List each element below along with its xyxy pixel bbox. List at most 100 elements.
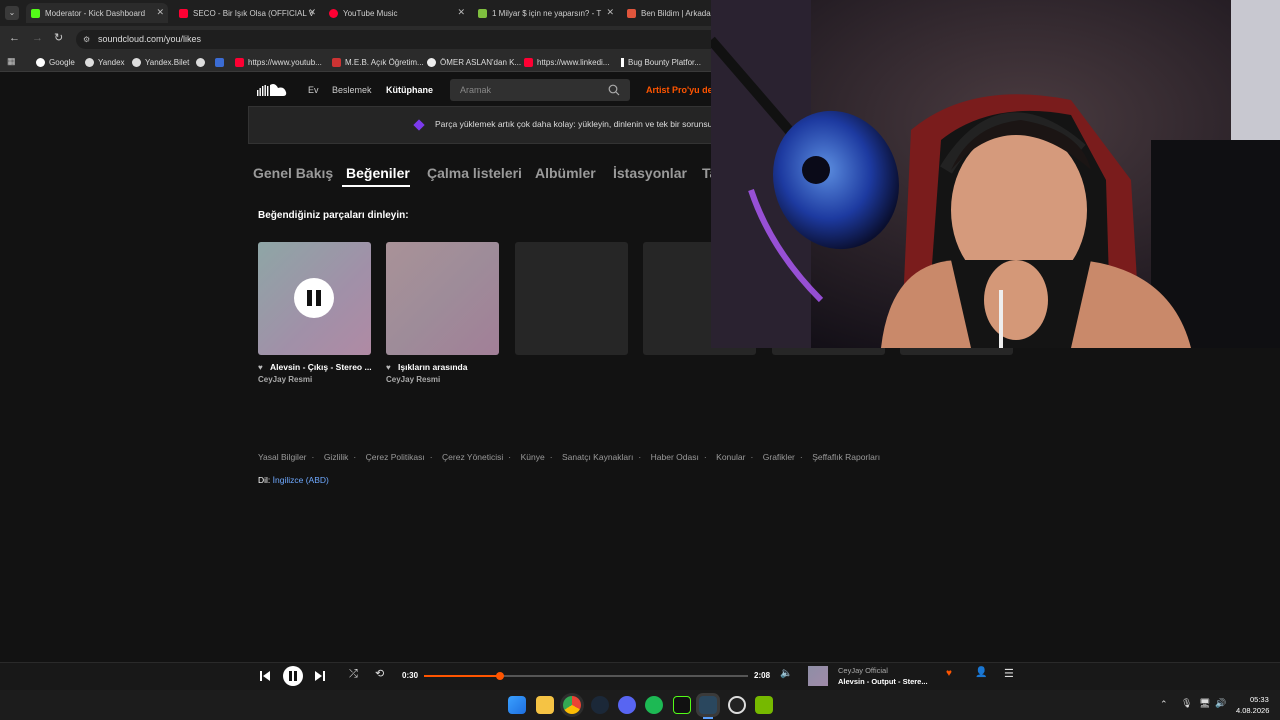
now-playing-artist[interactable]: CeyJay Official [838, 666, 888, 675]
artist-pro-link[interactable]: Artist Pro'yu den [646, 85, 718, 95]
tab-seco[interactable]: SECO - Bir Işık Olsa (OFFICIAL V ✕ [174, 3, 320, 23]
site-icon [478, 8, 487, 18]
footer-link[interactable]: Şeffaflık Raporları [812, 452, 880, 462]
footer-link[interactable]: Çerez Yöneticisi [442, 452, 503, 462]
kick-icon[interactable] [673, 696, 691, 714]
tray-overflow-icon[interactable]: ⌃ [1160, 699, 1168, 710]
active-tab-underline [342, 185, 410, 187]
tab-kick-dashboard[interactable]: Moderator - Kick Dashboard ✕ [26, 3, 168, 23]
bookmark-globe[interactable] [196, 56, 209, 69]
now-playing-title[interactable]: Alevsin - Output - Stere... [838, 677, 928, 686]
kick-icon [31, 8, 40, 18]
discord-icon[interactable] [618, 696, 636, 714]
clock-time[interactable]: 05:33 [1250, 695, 1269, 704]
tab-albums[interactable]: Albümler [535, 165, 596, 181]
taskbar: ⌃ 🎙 🖥 🔊 05:33 4.08.2026 [0, 690, 1280, 720]
steam-icon[interactable] [699, 696, 717, 714]
shield-icon [215, 58, 224, 67]
bookmark-google[interactable]: Google [36, 56, 75, 69]
footer-link[interactable]: Sanatçı Kaynakları [562, 452, 633, 462]
nav-feed[interactable]: Beslemek [332, 85, 372, 95]
bookmark-omer-aslan[interactable]: ÖMER ASLAN'dan K... [427, 56, 521, 69]
bookmark-youtube[interactable]: https://www.youtub... [235, 56, 322, 69]
spotify-icon[interactable] [645, 696, 663, 714]
footer-link[interactable]: Haber Odası [651, 452, 699, 462]
volume-icon[interactable]: 🔈 [780, 668, 792, 679]
section-title: Beğendiğiniz parçaları dinleyin: [258, 210, 409, 221]
youtube-music-icon [329, 8, 338, 18]
previous-icon[interactable] [259, 670, 271, 682]
language-link[interactable]: İngilizce (ABD) [273, 475, 329, 485]
chrome-icon[interactable] [563, 696, 581, 714]
youtube-icon [235, 58, 244, 67]
steam-small-icon[interactable] [591, 696, 609, 714]
file-explorer-icon[interactable] [536, 696, 554, 714]
back-icon[interactable]: ← [9, 32, 20, 44]
pause-icon [289, 671, 292, 681]
windows-start-icon[interactable] [508, 696, 526, 714]
shuffle-icon[interactable]: ⤮ [349, 668, 358, 681]
bookmark-bug-bounty[interactable]: Bug Bounty Platfor... [621, 56, 701, 69]
track-artist[interactable]: CeyJay Resmi [386, 375, 440, 384]
track-artist[interactable]: CeyJay Resmi [258, 375, 312, 384]
bookmark-linkedin[interactable]: https://www.linkedi... [524, 56, 609, 69]
footer-link[interactable]: Künye [521, 452, 545, 462]
address-bar[interactable]: ⚙ soundcloud.com/you/likes [76, 30, 776, 49]
obs-icon[interactable] [728, 696, 746, 714]
globe-icon [132, 58, 141, 67]
search-input[interactable]: Aramak [450, 79, 630, 101]
track-title[interactable]: Alevsin - Çıkış - Stereo ... [270, 362, 372, 372]
pause-button[interactable] [294, 278, 334, 318]
progress-bar[interactable] [424, 672, 748, 680]
bookmark-yandex-bilet[interactable]: Yandex.Bilet [132, 56, 189, 69]
next-icon[interactable] [314, 670, 326, 682]
youtube-icon [524, 58, 533, 67]
footer-link[interactable]: Grafikler [763, 452, 795, 462]
repeat-icon[interactable]: ⟲ [375, 667, 384, 680]
nav-library[interactable]: Kütüphane [386, 85, 433, 95]
tab-youtube-music[interactable]: YouTube Music ✕ [324, 3, 469, 23]
tab-overview[interactable]: Genel Bakış [253, 165, 333, 181]
site-info-icon[interactable]: ⚙ [83, 30, 90, 49]
bookmark-yandex[interactable]: Yandex [85, 56, 125, 69]
footer-link[interactable]: Gizlilik [324, 452, 349, 462]
progress-handle[interactable] [495, 672, 504, 680]
tab-search-button[interactable]: ⌄ [5, 6, 19, 20]
bookmark-shield[interactable] [215, 56, 228, 69]
nvidia-icon[interactable] [755, 696, 773, 714]
play-pause-button[interactable] [283, 666, 303, 686]
tab-1-milyar[interactable]: 1 Milyar $ için ne yaparsın? - T ✕ [473, 3, 618, 23]
tab-stations[interactable]: İstasyonlar [613, 165, 687, 181]
reload-icon[interactable]: ↻ [54, 31, 63, 44]
now-playing-artwork[interactable] [808, 666, 828, 686]
heart-icon: ♥ [386, 363, 391, 372]
close-icon[interactable]: ✕ [606, 7, 614, 18]
network-icon[interactable]: 🖥 [1199, 698, 1210, 709]
clock-date[interactable]: 4.08.2026 [1236, 706, 1269, 715]
close-icon[interactable]: ✕ [308, 7, 316, 18]
footer-link[interactable]: Yasal Bilgiler [258, 452, 307, 462]
queue-icon[interactable]: ☰ [1004, 667, 1014, 680]
tab-ben-bildim[interactable]: Ben Bildim | Arkadaşl [622, 3, 711, 23]
tab-playlists[interactable]: Çalma listeleri [427, 165, 522, 181]
soundcloud-logo-icon[interactable] [257, 83, 289, 97]
forward-icon[interactable]: → [32, 32, 43, 44]
footer-link[interactable]: Çerez Politikası [366, 452, 425, 462]
microphone-icon[interactable]: 🎙 [1181, 698, 1192, 709]
track-title[interactable]: Işıkların arasında [398, 362, 467, 372]
tab-likes[interactable]: Beğeniler [346, 165, 410, 181]
search-icon[interactable] [608, 84, 620, 96]
tab-tracks[interactable]: Ta [702, 165, 711, 181]
apps-icon[interactable]: ▦ [7, 56, 16, 67]
volume-tray-icon[interactable]: 🔊 [1215, 698, 1226, 709]
pause-icon [294, 671, 297, 681]
follow-user-icon[interactable]: 👤 [975, 667, 987, 678]
track-artwork[interactable] [258, 242, 371, 355]
bookmark-meb[interactable]: M.E.B. Açık Öğretim... [332, 56, 424, 69]
track-artwork[interactable] [386, 242, 499, 355]
nav-home[interactable]: Ev [308, 85, 319, 95]
footer-link[interactable]: Konular [716, 452, 745, 462]
close-icon[interactable]: ✕ [457, 7, 465, 18]
close-icon[interactable]: ✕ [156, 7, 164, 18]
like-icon[interactable]: ♥ [946, 668, 952, 679]
